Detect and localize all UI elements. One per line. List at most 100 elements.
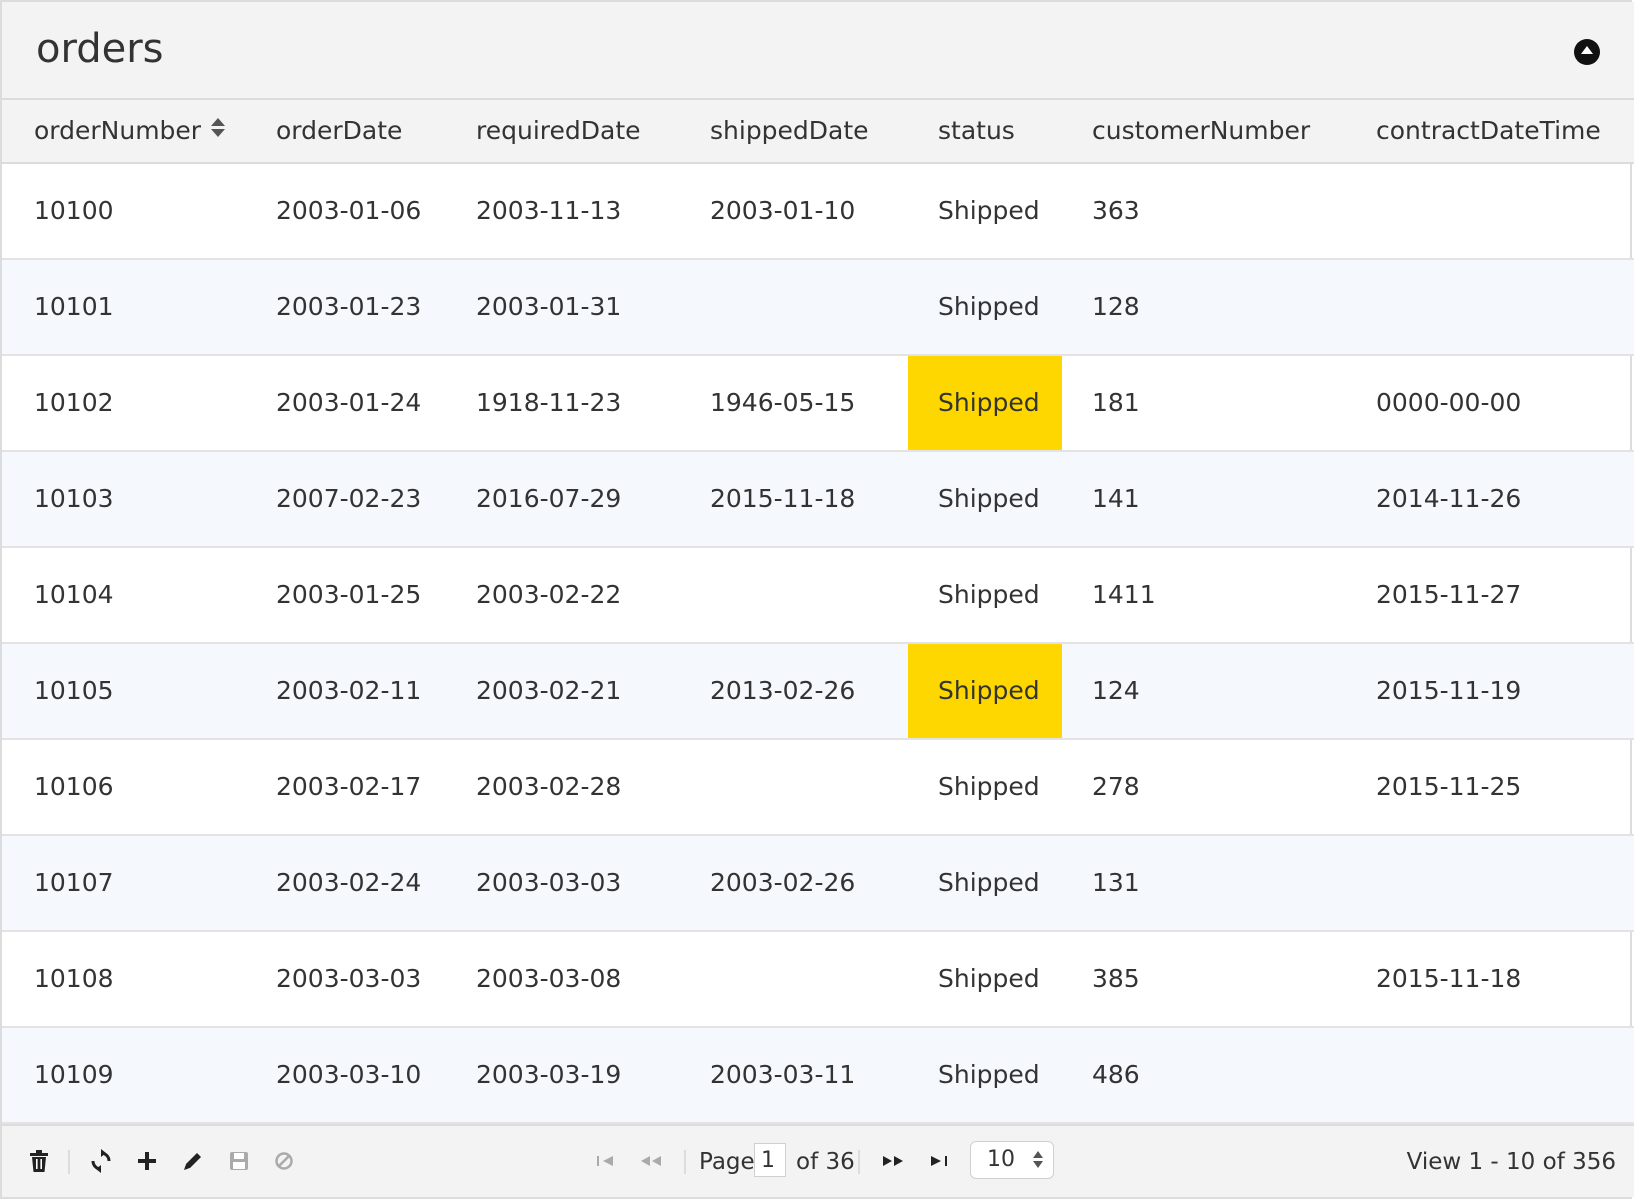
column-header-status[interactable]: status [938, 100, 1015, 162]
grid-body: 10100 2003-01-06 2003-11-13 2003-01-10 Shipp… [2, 164, 1634, 1124]
cell-orderDate[interactable]: 2003-02-24 [276, 836, 421, 930]
cell-requiredDate[interactable]: 2003-03-19 [476, 1028, 621, 1122]
column-header-shippedDate[interactable]: shippedDate [710, 100, 869, 162]
cell-customerNumber[interactable]: 128 [1092, 260, 1140, 354]
cell-customerNumber[interactable]: 131 [1092, 836, 1140, 930]
cell-shippedDate[interactable]: 1946-05-15 [710, 356, 855, 450]
cell-orderNumber[interactable]: 10102 [34, 356, 114, 450]
cell-orderNumber[interactable]: 10101 [34, 260, 114, 354]
cell-customerNumber[interactable]: 486 [1092, 1028, 1140, 1122]
cell-shippedDate[interactable]: 2003-01-10 [710, 164, 855, 258]
cell-requiredDate[interactable]: 1918-11-23 [476, 356, 621, 450]
cell-orderDate[interactable]: 2003-03-10 [276, 1028, 421, 1122]
cell-orderDate[interactable]: 2007-02-23 [276, 452, 421, 546]
last-page-icon[interactable] [924, 1146, 954, 1176]
cell-orderDate[interactable]: 2003-02-11 [276, 644, 421, 738]
column-header-customerNumber[interactable]: customerNumber [1092, 100, 1310, 162]
column-header-orderNumber[interactable]: orderNumber [34, 100, 226, 162]
next-page-icon[interactable] [878, 1146, 908, 1176]
cell-status[interactable]: Shipped [908, 260, 1062, 354]
cell-requiredDate[interactable]: 2003-02-22 [476, 548, 621, 642]
pager-separator [858, 1150, 860, 1174]
pager-bar: Page 1 of 36 10 View 1 - 10 of 356 [2, 1124, 1634, 1197]
cell-status[interactable]: Shipped [908, 164, 1062, 258]
cell-shippedDate[interactable]: 2015-11-18 [710, 452, 855, 546]
cell-orderDate[interactable]: 2003-02-17 [276, 740, 421, 834]
cell-orderNumber[interactable]: 10103 [34, 452, 114, 546]
cell-customerNumber[interactable]: 363 [1092, 164, 1140, 258]
cell-requiredDate[interactable]: 2003-01-31 [476, 260, 621, 354]
cell-requiredDate[interactable]: 2003-02-21 [476, 644, 621, 738]
cell-orderNumber[interactable]: 10104 [34, 548, 114, 642]
first-page-icon[interactable] [590, 1146, 620, 1176]
cell-contractDateTime[interactable]: 2015-11-27 [1376, 548, 1521, 642]
cell-status[interactable]: Shipped [908, 356, 1062, 450]
add-icon[interactable] [132, 1146, 162, 1176]
cell-orderDate[interactable]: 2003-01-24 [276, 356, 421, 450]
view-records-text: View 1 - 10 of 356 [1406, 1149, 1616, 1175]
cell-requiredDate[interactable]: 2016-07-29 [476, 452, 621, 546]
cell-contractDateTime[interactable]: 2015-11-19 [1376, 644, 1521, 738]
column-header-orderDate[interactable]: orderDate [276, 100, 402, 162]
table-row[interactable]: 10104 2003-01-25 2003-02-22 Shipped 1411 2015… [2, 548, 1634, 644]
cell-status[interactable]: Shipped [908, 836, 1062, 930]
cell-customerNumber[interactable]: 385 [1092, 932, 1140, 1026]
cell-customerNumber[interactable]: 141 [1092, 452, 1140, 546]
grid-titlebar: orders [2, 2, 1634, 100]
cell-status[interactable]: Shipped [908, 1028, 1062, 1122]
column-header-requiredDate[interactable]: requiredDate [476, 100, 641, 162]
table-row[interactable]: 10102 2003-01-24 1918-11-23 1946-05-15 Shipp… [2, 356, 1634, 452]
cancel-icon[interactable] [269, 1146, 299, 1176]
cell-customerNumber[interactable]: 124 [1092, 644, 1140, 738]
table-row[interactable]: 10101 2003-01-23 2003-01-31 Shipped 128 [2, 260, 1634, 356]
cell-status[interactable]: Shipped [908, 644, 1062, 738]
cell-orderNumber[interactable]: 10108 [34, 932, 114, 1026]
cell-orderNumber[interactable]: 10100 [34, 164, 114, 258]
collapse-icon[interactable] [1574, 39, 1600, 65]
pager-separator [684, 1150, 686, 1174]
cell-contractDateTime[interactable]: 2015-11-25 [1376, 740, 1521, 834]
table-row[interactable]: 10109 2003-03-10 2003-03-19 2003-03-11 Shipp… [2, 1028, 1634, 1124]
cell-shippedDate[interactable]: 2013-02-26 [710, 644, 855, 738]
table-row[interactable]: 10107 2003-02-24 2003-03-03 2003-02-26 Shipp… [2, 836, 1634, 932]
cell-orderNumber[interactable]: 10107 [34, 836, 114, 930]
prev-page-icon[interactable] [636, 1146, 666, 1176]
save-icon[interactable] [224, 1146, 254, 1176]
cell-orderDate[interactable]: 2003-01-23 [276, 260, 421, 354]
cell-requiredDate[interactable]: 2003-11-13 [476, 164, 621, 258]
trash-icon[interactable] [24, 1146, 54, 1176]
cell-status[interactable]: Shipped [908, 932, 1062, 1026]
column-header-contractDateTime[interactable]: contractDateTime [1376, 100, 1601, 162]
cell-customerNumber[interactable]: 278 [1092, 740, 1140, 834]
cell-customerNumber[interactable]: 1411 [1092, 548, 1156, 642]
refresh-icon[interactable] [86, 1146, 116, 1176]
cell-shippedDate[interactable]: 2003-02-26 [710, 836, 855, 930]
cell-customerNumber[interactable]: 181 [1092, 356, 1140, 450]
cell-contractDateTime[interactable]: 2015-11-18 [1376, 932, 1521, 1026]
cell-contractDateTime[interactable]: 0000-00-00 [1376, 356, 1521, 450]
table-row[interactable]: 10100 2003-01-06 2003-11-13 2003-01-10 Shipp… [2, 164, 1634, 260]
cell-orderDate[interactable]: 2003-01-06 [276, 164, 421, 258]
cell-status[interactable]: Shipped [908, 452, 1062, 546]
cell-contractDateTime[interactable]: 2014-11-26 [1376, 452, 1521, 546]
page-number-input[interactable]: 1 [754, 1143, 786, 1177]
table-row[interactable]: 10108 2003-03-03 2003-03-08 Shipped 385 2015-… [2, 932, 1634, 1028]
table-row[interactable]: 10105 2003-02-11 2003-02-21 2013-02-26 Shipp… [2, 644, 1634, 740]
cell-requiredDate[interactable]: 2003-02-28 [476, 740, 621, 834]
table-row[interactable]: 10106 2003-02-17 2003-02-28 Shipped 278 2015-… [2, 740, 1634, 836]
cell-orderDate[interactable]: 2003-01-25 [276, 548, 421, 642]
cell-orderDate[interactable]: 2003-03-03 [276, 932, 421, 1026]
cell-orderNumber[interactable]: 10105 [34, 644, 114, 738]
cell-requiredDate[interactable]: 2003-03-03 [476, 836, 621, 930]
cell-status[interactable]: Shipped [908, 740, 1062, 834]
cell-orderNumber[interactable]: 10109 [34, 1028, 114, 1122]
table-row[interactable]: 10103 2007-02-23 2016-07-29 2015-11-18 Shipp… [2, 452, 1634, 548]
rows-per-page-select[interactable]: 10 [970, 1141, 1054, 1179]
edit-icon[interactable] [178, 1146, 208, 1176]
cell-status[interactable]: Shipped [908, 548, 1062, 642]
cell-requiredDate[interactable]: 2003-03-08 [476, 932, 621, 1026]
sort-icon[interactable] [211, 116, 226, 140]
page-label: Page [699, 1149, 755, 1175]
cell-orderNumber[interactable]: 10106 [34, 740, 114, 834]
cell-shippedDate[interactable]: 2003-03-11 [710, 1028, 855, 1122]
